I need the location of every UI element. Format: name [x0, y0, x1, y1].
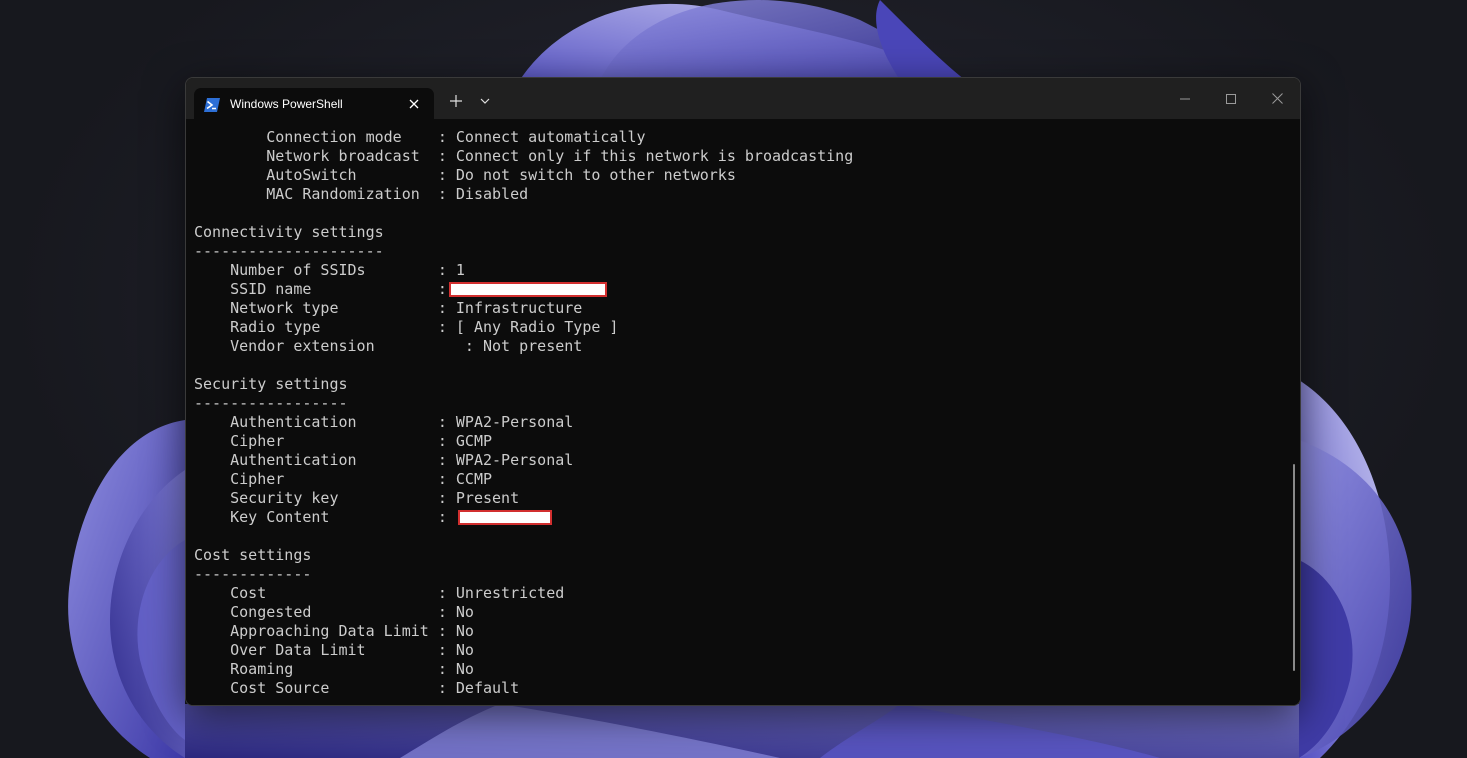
plus-icon [450, 95, 462, 107]
terminal-line: Security settings [194, 375, 853, 394]
terminal-line: Connection mode : Connect automatically [194, 128, 853, 147]
tab-dropdown-button[interactable] [474, 90, 496, 112]
maximize-icon [1226, 93, 1236, 104]
terminal-line: --------------------- [194, 242, 853, 261]
terminal-line: Authentication : WPA2-Personal [194, 451, 853, 470]
terminal-line-text: Authentication : WPA2-Personal [194, 413, 574, 431]
terminal-line: SSID name : [194, 280, 853, 299]
terminal-line-text: Radio type : [ Any Radio Type ] [194, 318, 619, 336]
terminal-line: ----------------- [194, 394, 853, 413]
maximize-button[interactable] [1208, 78, 1254, 119]
terminal-output[interactable]: Connection mode : Connect automatically … [186, 119, 1300, 705]
terminal-line-text: Roaming : No [194, 660, 474, 678]
terminal-line: Over Data Limit : No [194, 641, 853, 660]
terminal-line-text: Number of SSIDs : 1 [194, 261, 465, 279]
tab-windows-powershell[interactable]: Windows PowerShell [194, 88, 434, 119]
terminal-line: Number of SSIDs : 1 [194, 261, 853, 280]
terminal-line: Approaching Data Limit : No [194, 622, 853, 641]
terminal-line: Cipher : CCMP [194, 470, 853, 489]
terminal-line: Authentication : WPA2-Personal [194, 413, 853, 432]
terminal-line-text: Vendor extension : Not present [194, 337, 583, 355]
new-tab-button[interactable] [445, 90, 467, 112]
terminal-line: Connectivity settings [194, 223, 853, 242]
terminal-window: Windows PowerShell Connection mode: Con… [185, 77, 1301, 706]
minimize-button[interactable] [1162, 78, 1208, 119]
terminal-line-text: Connectivity settings [194, 223, 384, 241]
terminal-line: Radio type : [ Any Radio Type ] [194, 318, 853, 337]
terminal-line-text: Cipher : GCMP [194, 432, 493, 450]
terminal-line: Network type : Infrastructure [194, 299, 853, 318]
terminal-line-text: Congested : No [194, 603, 474, 621]
terminal-line-text: SSID name : [194, 280, 447, 298]
chevron-down-icon [480, 98, 490, 104]
terminal-line: Congested : No [194, 603, 853, 622]
close-window-button[interactable] [1254, 78, 1300, 119]
terminal-line: Cipher : GCMP [194, 432, 853, 451]
terminal-line: Vendor extension : Not present [194, 337, 853, 356]
terminal-line-text: Cost Source : Default [194, 679, 520, 697]
terminal-line: Cost Source : Default [194, 679, 853, 698]
terminal-line-text: ----------------- [194, 394, 348, 412]
terminal-line-text: Authentication : WPA2-Personal [194, 451, 574, 469]
terminal-line: Cost : Unrestricted [194, 584, 853, 603]
terminal-line-text: Security key : Present [194, 489, 520, 507]
terminal-line-text: MAC Randomization : Disabled [194, 185, 529, 203]
tab-close-button[interactable] [404, 94, 424, 114]
terminal-line: Cost settings [194, 546, 853, 565]
close-icon [409, 99, 419, 108]
minimize-icon [1180, 98, 1190, 99]
terminal-line: Key Content : [194, 508, 853, 527]
terminal-line: MAC Randomization : Disabled [194, 185, 853, 204]
terminal-line-text: Network type : Infrastructure [194, 299, 583, 317]
tab-title: Windows PowerShell [230, 96, 343, 111]
terminal-line: Security key : Present [194, 489, 853, 508]
terminal-line-text: Cost : Unrestricted [194, 584, 565, 602]
powershell-icon [204, 97, 220, 112]
terminal-line-text: Connection mode : Connect automatically [194, 128, 646, 146]
redacted-value [448, 282, 607, 297]
terminal-line-text: Cost settings [194, 546, 312, 564]
scrollbar-thumb[interactable] [1293, 464, 1295, 671]
terminal-line-text: AutoSwitch : Do not switch to other netw… [194, 166, 736, 184]
redacted-value [457, 510, 552, 525]
close-icon [1271, 93, 1283, 104]
terminal-line-text: Network broadcast : Connect only if this… [194, 147, 854, 165]
terminal-line-text: Cipher : CCMP [194, 470, 493, 488]
terminal-line-text: Security settings [194, 375, 348, 393]
terminal-lines: Connection mode : Connect automatically … [194, 128, 853, 698]
terminal-line: ------------- [194, 565, 853, 584]
title-bar[interactable]: Windows PowerShell [186, 78, 1300, 119]
terminal-line-text: Over Data Limit : No [194, 641, 474, 659]
terminal-line: Network broadcast : Connect only if this… [194, 147, 853, 166]
terminal-line-text: Key Content : [194, 508, 456, 526]
terminal-line-text: Approaching Data Limit : No [194, 622, 474, 640]
terminal-line-text: ------------- [194, 565, 312, 583]
terminal-line: Roaming : No [194, 660, 853, 679]
terminal-line: AutoSwitch : Do not switch to other netw… [194, 166, 853, 185]
terminal-line-text: --------------------- [194, 242, 384, 260]
